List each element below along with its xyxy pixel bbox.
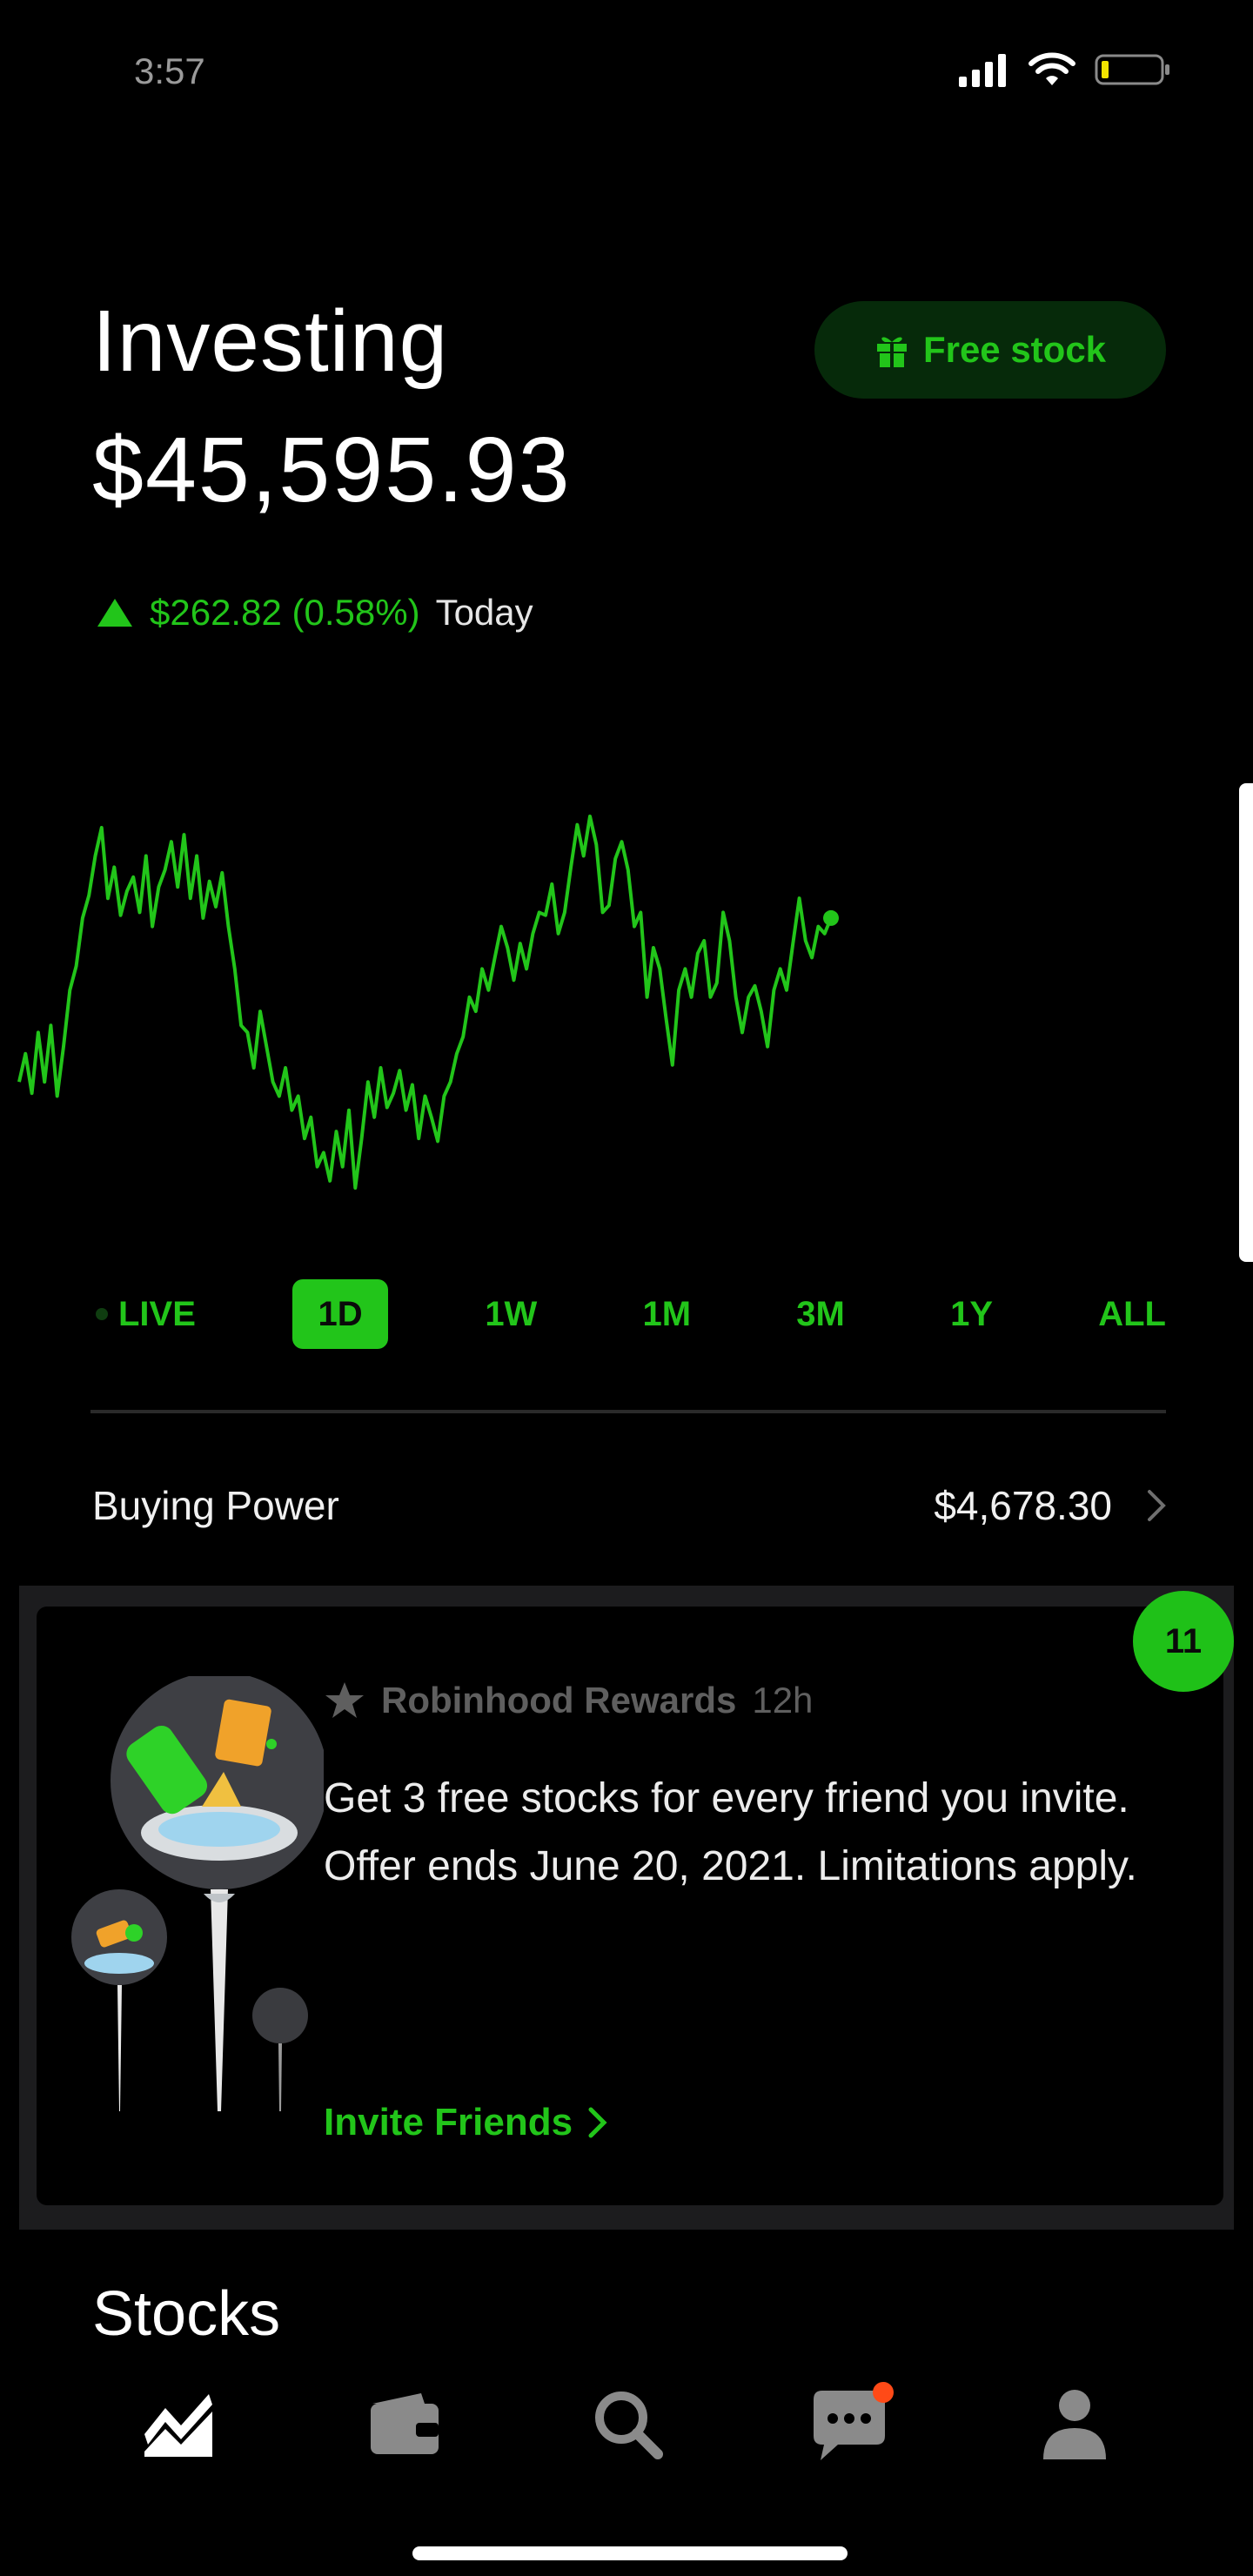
status-time: 3:57 <box>134 50 205 91</box>
reward-header: Robinhood Rewards 12h <box>324 1680 813 1721</box>
nav-wallet[interactable] <box>357 2376 452 2472</box>
invite-friends-label: Invite Friends <box>324 2101 573 2143</box>
nav-account[interactable] <box>1027 2376 1122 2472</box>
nav-investing[interactable] <box>131 2376 226 2472</box>
live-dot <box>96 1308 108 1320</box>
divider <box>90 1410 1166 1413</box>
range-tab-label: 1M <box>642 1294 692 1333</box>
home-indicator[interactable] <box>412 2546 848 2560</box>
time-range-tabs: LIVE 1D 1W 1M 3M 1Y ALL <box>87 1279 1175 1349</box>
stocks-section-title: Stocks <box>92 2279 281 2349</box>
daily-change: $262.82 (0.58%) Today <box>96 592 533 634</box>
free-stock-button[interactable]: Free stock <box>814 301 1166 399</box>
nav-search[interactable] <box>580 2376 675 2472</box>
range-tab-label: 1Y <box>950 1294 994 1333</box>
search-icon <box>595 2392 663 2459</box>
scroll-handle[interactable] <box>1239 783 1253 1262</box>
range-tab-label: LIVE <box>118 1294 196 1333</box>
range-tab-label: 3M <box>796 1294 845 1333</box>
buying-power-value: $4,678.30 <box>934 1483 1112 1528</box>
wifi-icon <box>1029 52 1075 85</box>
range-tab-live[interactable]: LIVE <box>87 1279 204 1349</box>
change-period: Today <box>435 592 533 633</box>
battery-icon <box>1095 54 1169 85</box>
nav-messages[interactable] <box>804 2376 900 2472</box>
investing-icon <box>144 2394 212 2457</box>
messages-icon <box>814 2382 894 2460</box>
range-tab-1w[interactable]: 1W <box>476 1279 546 1349</box>
page-title: Investing <box>92 292 449 390</box>
gift-icon <box>876 337 907 368</box>
range-tab-all[interactable]: ALL <box>1089 1279 1175 1349</box>
free-stock-label: Free stock <box>922 329 1107 370</box>
chevron-right-icon <box>588 2107 607 2138</box>
range-tab-1d[interactable]: 1D <box>292 1279 389 1349</box>
range-tab-1m[interactable]: 1M <box>634 1279 700 1349</box>
chart-series-line <box>17 815 833 1190</box>
buying-power-label: Buying Power <box>92 1483 339 1528</box>
range-tab-1y[interactable]: 1Y <box>941 1279 1002 1349</box>
reward-source: Robinhood Rewards <box>381 1680 737 1721</box>
up-arrow-icon <box>97 599 132 627</box>
range-tab-3m[interactable]: 3M <box>787 1279 854 1349</box>
chevron-right-icon <box>1148 1490 1166 1521</box>
status-icons <box>957 52 1171 87</box>
buying-power-row[interactable]: Buying Power $4,678.30 <box>92 1471 1166 1540</box>
portfolio-chart[interactable] <box>0 783 1253 1218</box>
range-tab-label: ALL <box>1098 1294 1166 1333</box>
account-icon <box>1043 2390 1106 2459</box>
change-value: $262.82 (0.58%) <box>150 592 420 633</box>
reward-message: Get 3 free stocks for every friend you i… <box>324 1775 1137 1889</box>
invite-friends-link[interactable]: Invite Friends <box>324 2101 607 2144</box>
range-tab-label: 1W <box>485 1294 538 1333</box>
notification-count-badge: 11 <box>1133 1591 1234 1692</box>
chart-current-point <box>823 909 839 926</box>
reward-time: 12h <box>752 1680 814 1721</box>
star-icon <box>325 1682 364 1718</box>
range-tab-label: 1D <box>318 1294 363 1333</box>
signal-icon <box>959 54 1006 87</box>
notification-dot <box>873 2382 894 2403</box>
wallet-icon <box>371 2393 439 2454</box>
rewards-illustration <box>71 1676 324 2111</box>
portfolio-balance: $45,595.93 <box>92 419 572 521</box>
